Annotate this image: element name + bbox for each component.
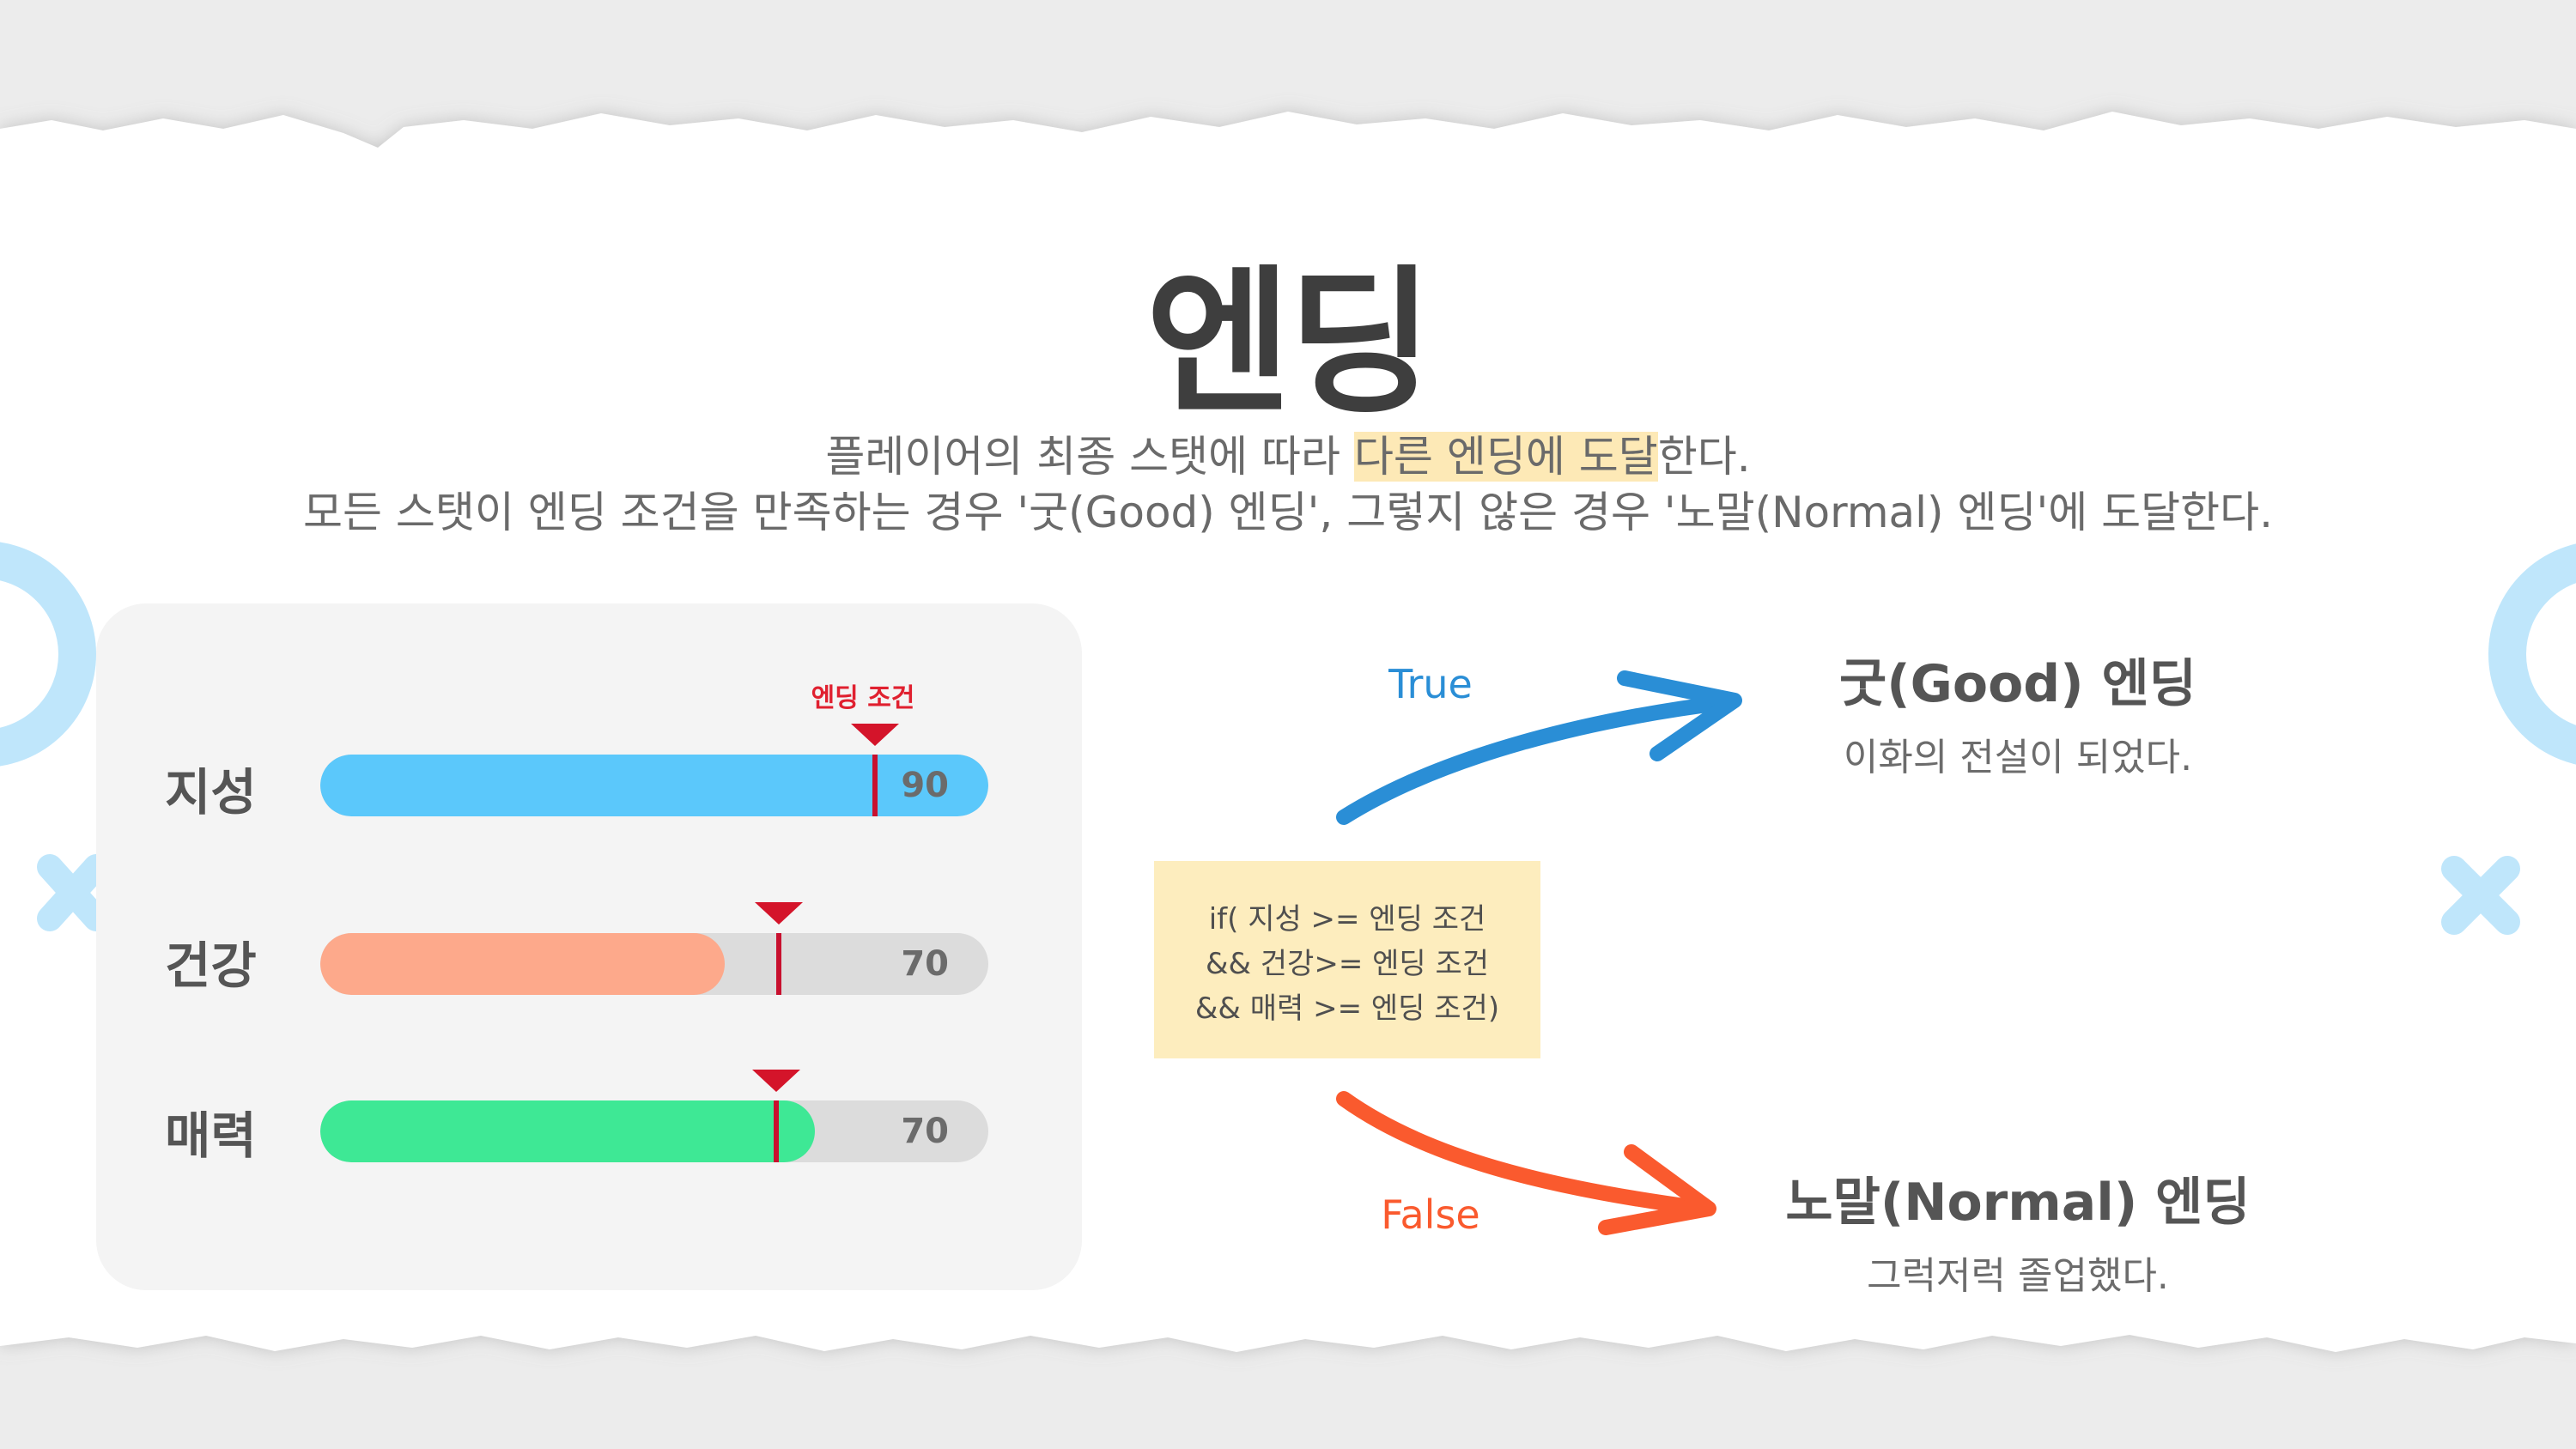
- true-label: True: [1388, 661, 1473, 707]
- good-ending-desc: 이화의 전설이 되었다.: [1843, 736, 2193, 779]
- false-label: False: [1381, 1191, 1480, 1238]
- normal-ending-desc: 그럭저럭 졸업했다.: [1867, 1254, 2169, 1298]
- good-ending-title: 굿(Good) 엔딩: [1839, 654, 2196, 714]
- normal-ending-title: 노말(Normal) 엔딩: [1785, 1173, 2251, 1233]
